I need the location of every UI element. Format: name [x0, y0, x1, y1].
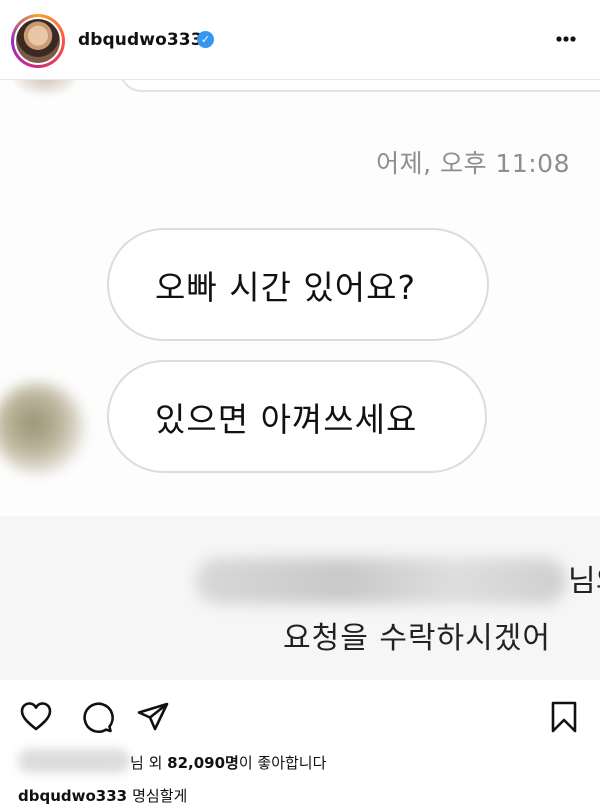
- likes-prefix: 님 외: [130, 754, 168, 772]
- likes-number: 82,090명: [167, 754, 239, 772]
- message-timestamp: 어제, 오후 11:08: [376, 149, 570, 178]
- action-bar: [0, 680, 600, 750]
- likes-count[interactable]: 님 외 82,090명이 좋아합니다: [130, 752, 326, 773]
- message-text: 오빠 시간 있어요?: [155, 267, 417, 307]
- message-bubble: 있으면 아껴쓰세요: [107, 360, 487, 473]
- share-icon-svg: [137, 702, 169, 731]
- post-image[interactable]: 어제, 오후 11:08 오빠 시간 있어요? 있으면 아껴쓰세요 님의 요청을…: [0, 80, 600, 680]
- blurred-avatar-top: [15, 80, 75, 94]
- more-options-dots: [556, 36, 576, 42]
- likes-suffix: 이 좋아합니다: [238, 754, 327, 772]
- comment-icon-svg: [83, 702, 114, 733]
- post-header: dbqudwo333 ✓: [0, 0, 600, 80]
- request-text: 요청을 수락하시겠어: [283, 621, 551, 656]
- caption-text: 명심할게: [132, 787, 188, 805]
- blurred-liker-name: [18, 749, 130, 773]
- post-caption: dbqudwo333 명심할게: [18, 785, 187, 806]
- avatar-inner: [14, 17, 62, 65]
- more-options-icon[interactable]: [555, 26, 577, 58]
- caption-username[interactable]: dbqudwo333: [18, 787, 127, 805]
- message-bubble-cutoff: [120, 80, 600, 92]
- message-text: 있으면 아껴쓰세요: [155, 399, 418, 439]
- share-icon[interactable]: [136, 700, 170, 734]
- avatar-image: [16, 19, 60, 63]
- bookmark-icon-svg: [551, 701, 577, 733]
- header-username[interactable]: dbqudwo333: [78, 30, 203, 50]
- profile-avatar[interactable]: [11, 14, 65, 68]
- verified-badge-icon: ✓: [197, 31, 214, 48]
- bookmark-icon[interactable]: [547, 700, 581, 734]
- heart-icon-svg: [20, 702, 52, 731]
- blurred-name: [196, 558, 566, 604]
- heart-icon[interactable]: [19, 700, 53, 734]
- message-bubble: 오빠 시간 있어요?: [107, 228, 489, 341]
- comment-icon[interactable]: [80, 700, 114, 734]
- request-suffix: 님의: [568, 564, 600, 599]
- blurred-avatar: [0, 382, 84, 474]
